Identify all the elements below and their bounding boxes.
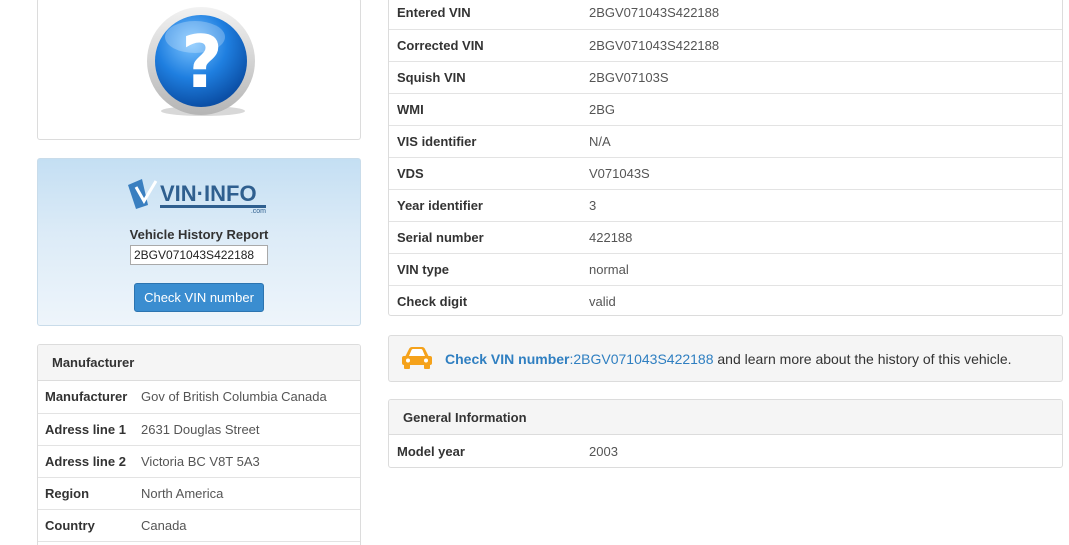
check-vin-button[interactable]: Check VIN number: [134, 283, 264, 312]
row-value: valid: [589, 293, 616, 309]
table-row: VDS V071043S: [389, 157, 1062, 190]
promo-vin-link[interactable]: :2BGV071043S422188: [569, 351, 713, 367]
row-label: Entered VIN: [389, 0, 589, 30]
promo-suffix: and learn more about the history of this…: [713, 351, 1012, 367]
vin-details-panel: Entered VIN 2BGV071043S422188 Corrected V…: [388, 0, 1063, 316]
table-row: VIS identifier N/A: [389, 125, 1062, 158]
table-row: Corrected VIN 2BGV071043S422188: [389, 29, 1062, 62]
table-row: VIN type normal: [389, 253, 1062, 286]
logo-subtext: .com: [251, 208, 266, 215]
row-label: Adress line 2: [38, 445, 141, 478]
general-information-table: Model year 2003: [389, 435, 1062, 467]
row-value: Canada: [141, 509, 360, 542]
row-label: VDS: [389, 157, 589, 190]
row-value: 422188: [589, 221, 1062, 254]
row-label: Squish VIN: [389, 61, 589, 94]
check-vin-link[interactable]: Check VIN number: [445, 351, 569, 367]
manufacturer-panel: Manufacturer Manufacturer Gov of British…: [37, 344, 361, 545]
vin-check-widget: VIN·INFO .com Vehicle History Report Che…: [37, 158, 361, 326]
row-label: Manufacturer: [38, 381, 141, 414]
table-row: Adress line 1 2631 Douglas Street: [38, 413, 360, 446]
manufacturer-heading: Manufacturer: [38, 345, 360, 381]
row-label: Corrected VIN: [389, 29, 589, 62]
promo-text: Check VIN number:2BGV071043S422188 and l…: [445, 336, 1012, 383]
row-value: 3: [589, 189, 1062, 222]
row-label: VIS identifier: [389, 125, 589, 158]
table-row: WMI 2BG: [389, 93, 1062, 126]
row-label: Adress line 1: [38, 413, 141, 446]
row-value: 2BG: [589, 93, 1062, 126]
row-value: Victoria BC V8T 5A3: [141, 445, 360, 478]
row-label: VIN type: [389, 253, 589, 286]
general-information-panel: General Information Model year 2003: [388, 399, 1063, 468]
car-icon: [402, 347, 432, 369]
row-label: Year identifier: [389, 189, 589, 222]
table-row: Region North America: [38, 477, 360, 510]
vin-details-table: Entered VIN 2BGV071043S422188 Corrected V…: [389, 0, 1062, 315]
table-row: Adress line 2 Victoria BC V8T 5A3: [38, 445, 360, 478]
table-row: Check digit valid: [389, 285, 1062, 315]
table-row: Model year 2003: [389, 435, 1062, 467]
row-value: Gov of British Columbia Canada: [141, 381, 360, 414]
row-label: WMI: [389, 93, 589, 126]
help-panel: ?: [37, 0, 361, 140]
vin-info-logo[interactable]: VIN·INFO .com: [126, 175, 276, 215]
row-value: 2631 Douglas Street: [141, 413, 360, 446]
table-row: Entered VIN 2BGV071043S422188: [389, 0, 1062, 30]
logo-text: VIN·INFO: [160, 181, 257, 206]
row-value: 2BGV071043S422188: [589, 29, 1062, 62]
row-label: Country: [38, 509, 141, 542]
row-value: 2003: [589, 443, 618, 459]
general-information-heading: General Information: [389, 400, 1062, 435]
row-value: 2BGV07103S: [589, 61, 1062, 94]
row-label: Region: [38, 477, 141, 510]
row-label: Check digit: [397, 293, 468, 309]
row-value: 2BGV071043S422188: [589, 0, 1062, 30]
table-row: Squish VIN 2BGV07103S: [389, 61, 1062, 94]
row-value: N/A: [589, 125, 1062, 158]
table-row: Country Canada: [38, 509, 360, 542]
manufacturer-table: Manufacturer Gov of British Columbia Can…: [38, 381, 360, 542]
row-value: V071043S: [589, 157, 1062, 190]
row-label: Serial number: [389, 221, 589, 254]
table-row: Year identifier 3: [389, 189, 1062, 222]
table-row: Serial number 422188: [389, 221, 1062, 254]
row-value: North America: [141, 477, 360, 510]
row-value: normal: [589, 253, 1062, 286]
vin-input[interactable]: [130, 245, 268, 265]
vehicle-history-title: Vehicle History Report: [129, 227, 269, 242]
check-vin-promo: Check VIN number:2BGV071043S422188 and l…: [388, 335, 1063, 382]
row-label: Model year: [397, 443, 465, 459]
svg-text:?: ?: [181, 20, 223, 104]
table-row: Manufacturer Gov of British Columbia Can…: [38, 381, 360, 414]
question-mark-icon[interactable]: ?: [145, 7, 257, 119]
